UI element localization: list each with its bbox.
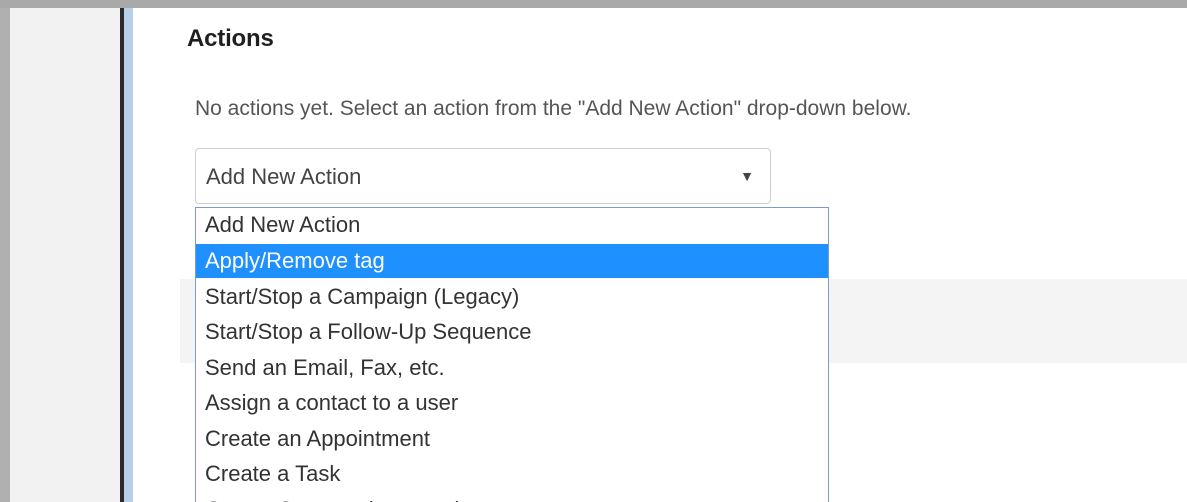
add-new-action-select[interactable]: Add New Action ▼ [195, 148, 771, 204]
option-add-new-action[interactable]: Add New Action [196, 208, 828, 242]
option-send-email-fax[interactable]: Send an Email, Fax, etc. [196, 351, 828, 385]
hint-text: No actions yet. Select an action from th… [195, 97, 912, 120]
option-assign-contact-to-user[interactable]: Assign a contact to a user [196, 386, 828, 420]
option-start-stop-campaign[interactable]: Start/Stop a Campaign (Legacy) [196, 280, 828, 314]
action-dropdown-list[interactable]: Add New Action Apply/Remove tag Start/St… [195, 207, 829, 502]
option-create-appointment[interactable]: Create an Appointment [196, 422, 828, 456]
accent-bar [124, 8, 133, 502]
top-rule [0, 0, 1187, 8]
option-create-task[interactable]: Create a Task [196, 457, 828, 491]
option-create-opportunity-record[interactable]: Create Opportunity record [196, 493, 828, 502]
dropdown-arrow-icon: ▼ [740, 168, 754, 184]
section-title: Actions [187, 25, 274, 52]
page: Actions No actions yet. Select an action… [0, 0, 1187, 502]
left-gutter [0, 8, 10, 502]
select-value: Add New Action [206, 164, 362, 189]
option-start-stop-follow-up-sequence[interactable]: Start/Stop a Follow-Up Sequence [196, 315, 828, 349]
left-panel [10, 8, 120, 502]
option-apply-remove-tag[interactable]: Apply/Remove tag [196, 244, 828, 278]
